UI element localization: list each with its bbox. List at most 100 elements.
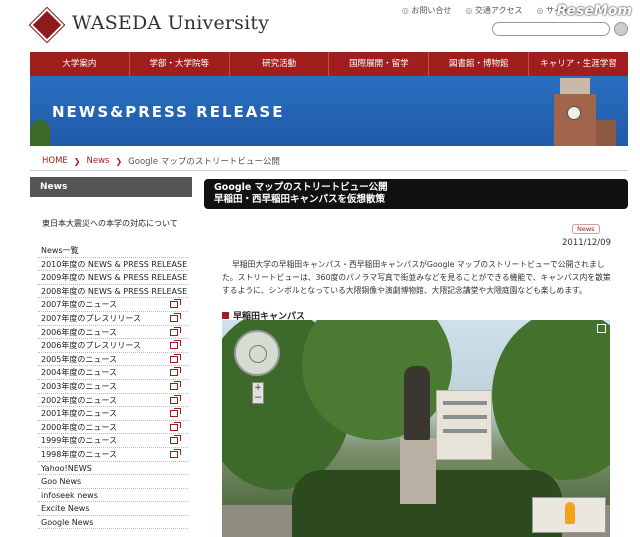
category-badge: News <box>572 224 600 234</box>
sidebar-item[interactable]: 2000年度のニュース <box>38 421 188 435</box>
external-window-icon <box>170 353 181 363</box>
sidebar-item-label: Goo News <box>41 477 82 487</box>
sidebar-item-label: Yahoo!NEWS <box>41 463 92 473</box>
waseda-logo-icon[interactable] <box>28 6 66 44</box>
external-window-icon <box>170 394 181 404</box>
contact-link[interactable]: お問い合せ <box>402 5 451 16</box>
logo-text[interactable]: WASEDA University <box>72 12 269 34</box>
sidebar-item[interactable]: News一覧 <box>38 244 188 258</box>
nav-item-faculties[interactable]: 学部・大学院等 <box>130 52 230 76</box>
sidebar-item-label: 2003年度のニュース <box>41 381 117 391</box>
sidebar-item-label: 2006年度のニュース <box>41 327 117 337</box>
top-links: お問い合せ 交通アクセス サイト <box>402 5 570 16</box>
sidebar-item[interactable]: Yahoo!NEWS <box>38 462 188 476</box>
nav-item-research[interactable]: 研究活動 <box>230 52 330 76</box>
sidebar-item-label: 2001年度のニュース <box>41 409 117 419</box>
nav-item-library[interactable]: 図書館・博物館 <box>429 52 530 76</box>
search-button[interactable] <box>614 22 628 36</box>
article-date: 2011/12/09 <box>562 238 611 248</box>
nav-item-about[interactable]: 大学案内 <box>30 52 130 76</box>
banner-tree-image <box>30 120 50 146</box>
sidebar-item[interactable]: 2010年度の NEWS & PRESS RELEASE <box>38 258 188 272</box>
sidebar-item-label: Excite News <box>41 504 90 514</box>
sidebar-item-label: 2002年度のニュース <box>41 395 117 405</box>
sidebar-item[interactable]: 2001年度のニュース <box>38 407 188 421</box>
sidebar-item[interactable]: infoseek news <box>38 489 188 503</box>
clock-tower-image <box>538 78 616 146</box>
sidebar-item[interactable]: 2008年度の NEWS & PRESS RELEASE <box>38 285 188 299</box>
chevron-right-icon: ❯ <box>73 156 81 166</box>
zoom-in-button[interactable]: + <box>253 383 263 393</box>
pan-control[interactable] <box>234 330 280 376</box>
article-body: 早稲田大学の早稲田キャンパス・西早稲田キャンパスがGoogle マップのストリー… <box>222 260 611 295</box>
external-window-icon <box>170 340 181 350</box>
sidebar-item-label: 2008年度の NEWS & PRESS RELEASE <box>41 286 188 296</box>
external-window-icon <box>170 312 181 322</box>
chevron-right-icon: ❯ <box>115 156 123 166</box>
sidebar-item[interactable]: 1998年度のニュース <box>38 448 188 462</box>
breadcrumb: HOME ❯ News ❯ Google マップのストリートビュー公開 <box>42 155 280 167</box>
divider <box>30 170 628 171</box>
sidebar-item-label: infoseek news <box>41 490 98 500</box>
sidebar-item[interactable]: Excite News <box>38 502 188 516</box>
tree-image <box>492 320 610 480</box>
sidebar-item-label: 2009年度の NEWS & PRESS RELEASE <box>41 273 188 283</box>
sidebar-item[interactable]: 2009年度の NEWS & PRESS RELEASE <box>38 271 188 285</box>
sidebar-item[interactable]: 2007年度のプレスリリース <box>38 312 188 326</box>
banner-title: NEWS&PRESS RELEASE <box>52 103 285 121</box>
global-nav: 大学案内 学部・大学院等 研究活動 国際展開・留学 図書館・博物館 キャリア・生… <box>30 52 628 76</box>
sidebar-item-label: 2006年度のプレスリリース <box>41 341 141 351</box>
zoom-control[interactable]: + − <box>252 382 264 404</box>
zoom-out-button[interactable]: − <box>253 393 263 403</box>
external-window-icon <box>170 421 181 431</box>
external-window-icon <box>170 380 181 390</box>
pegman-minimap[interactable] <box>532 497 606 533</box>
sidebar-item[interactable]: Goo News <box>38 475 188 489</box>
article-title: Google マップのストリートビュー公開 早稲田・西早稲田キャンパスを仮想散策 <box>204 179 628 209</box>
sidebar-item[interactable]: 2006年度のプレスリリース <box>38 339 188 353</box>
square-bullet-icon <box>222 312 229 319</box>
sidebar-list: News一覧 2010年度の NEWS & PRESS RELEASE 2009年度… <box>38 244 188 530</box>
sidebar-item[interactable]: 2003年度のニュース <box>38 380 188 394</box>
external-window-icon <box>170 435 181 445</box>
breadcrumb-current: Google マップのストリートビュー公開 <box>128 157 280 167</box>
access-link[interactable]: 交通アクセス <box>465 5 523 16</box>
sidebar-item-label: 2004年度のニュース <box>41 368 117 378</box>
okuma-statue-image <box>404 366 430 440</box>
sidebar-item[interactable]: 1999年度のニュース <box>38 434 188 448</box>
nav-item-career[interactable]: キャリア・生涯学習 <box>529 52 628 76</box>
sidebar-item-label: Google News <box>41 517 94 527</box>
sidebar-item-label: 2007年度のプレスリリース <box>41 313 141 323</box>
sidebar-item[interactable]: 2004年度のニュース <box>38 366 188 380</box>
expand-icon[interactable] <box>597 324 606 333</box>
breadcrumb-news[interactable]: News <box>87 156 110 166</box>
external-window-icon <box>170 326 181 336</box>
sidebar-feature-link[interactable]: 東日本大震災への本学の対応について <box>42 218 178 229</box>
external-window-icon <box>170 299 181 309</box>
sidebar-item-label: News一覧 <box>41 246 79 255</box>
sidebar-item[interactable]: 2005年度のニュース <box>38 353 188 367</box>
sidebar-item-label: 2000年度のニュース <box>41 422 117 432</box>
article-title-line1: Google マップのストリートビュー公開 <box>214 182 388 193</box>
sidebar-item-label: 2010年度の NEWS & PRESS RELEASE <box>41 259 188 269</box>
sidebar-item-label: 1999年度のニュース <box>41 436 117 446</box>
external-window-icon <box>170 448 181 458</box>
nav-item-international[interactable]: 国際展開・留学 <box>329 52 430 76</box>
breadcrumb-home[interactable]: HOME <box>42 156 68 166</box>
statue-pedestal-image <box>400 438 436 504</box>
sidebar-item-label: 2007年度のニュース <box>41 300 117 310</box>
sidebar-item[interactable]: 2007年度のニュース <box>38 298 188 312</box>
search-input[interactable] <box>492 22 610 36</box>
external-window-icon <box>170 367 181 377</box>
sidebar-item[interactable]: Google News <box>38 516 188 530</box>
sidebar-item-label: 2005年度のニュース <box>41 354 117 364</box>
sidebar-item[interactable]: 2006年度のニュース <box>38 326 188 340</box>
sidebar-heading: News <box>30 177 192 197</box>
sidebar-item[interactable]: 2002年度のニュース <box>38 394 188 408</box>
watermark: ReseMom <box>556 3 632 19</box>
page-banner: NEWS&PRESS RELEASE <box>30 76 628 146</box>
article-title-line2: 早稲田・西早稲田キャンパスを仮想散策 <box>214 194 386 205</box>
external-window-icon <box>170 408 181 418</box>
streetview-panorama[interactable]: + − <box>222 320 610 537</box>
sidebar-item-label: 1998年度のニュース <box>41 449 117 459</box>
